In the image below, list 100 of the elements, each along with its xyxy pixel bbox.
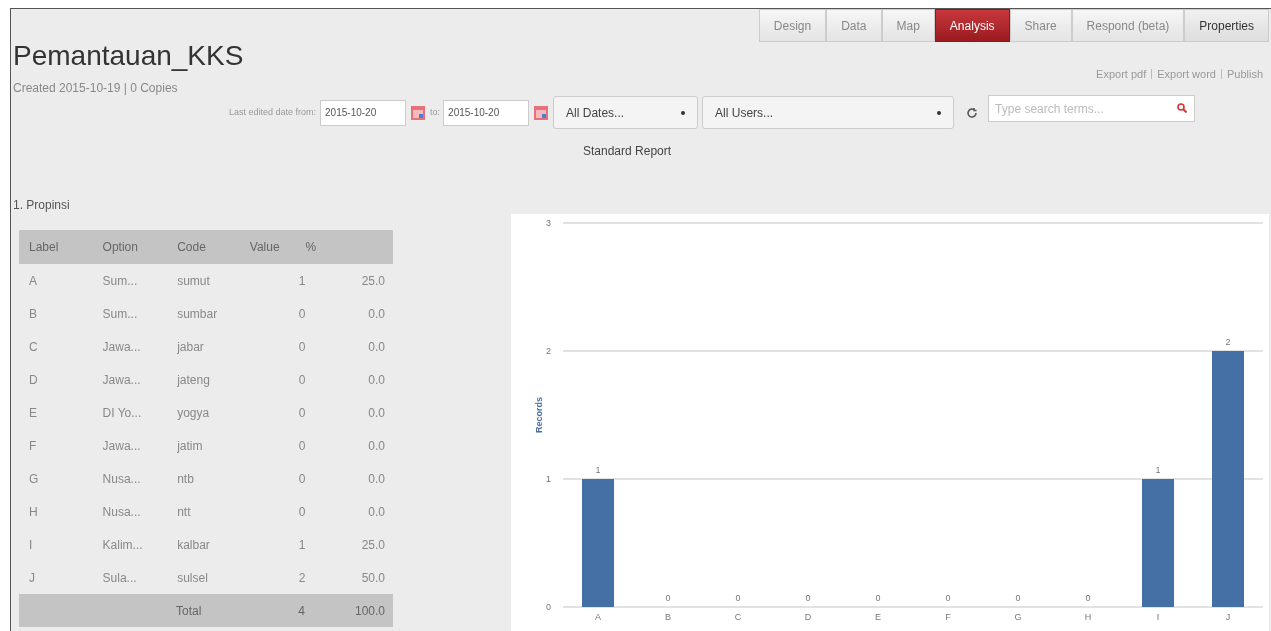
- column-header: Option: [102, 240, 138, 254]
- table-cell: I: [29, 537, 33, 552]
- table-cell: 0: [298, 306, 306, 321]
- table-cell: Kalim...: [102, 537, 143, 552]
- table-cell: B: [29, 306, 37, 321]
- table-cell: 0: [298, 504, 306, 519]
- data-label: 0: [945, 593, 951, 603]
- refresh-icon[interactable]: [966, 106, 979, 119]
- table-cell: 0.0: [368, 504, 385, 519]
- search-field[interactable]: Type search terms...: [988, 95, 1196, 122]
- data-label: 2: [1225, 337, 1231, 347]
- x-tick-label: G: [1014, 612, 1022, 622]
- tab[interactable]: Map: [881, 9, 935, 42]
- calendar-icon[interactable]: [411, 105, 426, 120]
- data-label: 0: [735, 593, 741, 603]
- table-cell: 2: [298, 570, 306, 585]
- table-cell: Sula...: [102, 570, 137, 585]
- tab[interactable]: Analysis: [934, 9, 1010, 42]
- table-cell: DI Yo...: [102, 405, 142, 420]
- to-date-field[interactable]: 2015-10-20: [443, 99, 530, 126]
- dates-dropdown[interactable]: All Dates...: [553, 96, 699, 129]
- x-tick-label: I: [1156, 612, 1160, 622]
- column-header: Label: [29, 240, 59, 254]
- column-header: %: [305, 240, 317, 254]
- question-title: 1. Propinsi: [13, 197, 70, 214]
- date-filter-label: Last edited date from:: [229, 105, 317, 119]
- table-cell: 0: [298, 372, 306, 387]
- created-info: Created 2015-10-19 | 0 Copies: [13, 80, 178, 97]
- caret-icon: [681, 110, 686, 115]
- table-cell: ntb: [177, 471, 194, 486]
- y-tick-label: 1: [546, 474, 551, 484]
- table-cell: 0.0: [368, 339, 385, 354]
- export-link[interactable]: Export word: [1157, 66, 1216, 83]
- data-label: 0: [1015, 593, 1021, 603]
- y-axis-title: Records: [534, 397, 544, 433]
- table-cell: 0.0: [368, 405, 385, 420]
- table-cell: E: [29, 405, 37, 420]
- table-cell: Total: [176, 603, 202, 618]
- table-cell: 0: [298, 471, 306, 486]
- caret-icon: [937, 110, 942, 115]
- table-cell: D: [29, 372, 38, 387]
- tab[interactable]: Data: [826, 9, 882, 42]
- table-cell: 0: [298, 438, 306, 453]
- table-cell: 0.0: [368, 471, 385, 486]
- page-title: Pemantauan_KKS: [13, 40, 244, 72]
- table-cell: yogya: [177, 405, 210, 420]
- table-cell: C: [29, 339, 38, 354]
- table-cell: Jawa...: [102, 339, 141, 354]
- table-cell: 4: [298, 603, 305, 618]
- data-label: 1: [1155, 465, 1161, 475]
- calendar-icon[interactable]: [534, 105, 549, 120]
- x-tick-label: D: [804, 612, 812, 622]
- table-cell: J: [29, 570, 35, 585]
- table-cell: 0.0: [368, 372, 385, 387]
- x-tick-label: C: [734, 612, 742, 622]
- y-tick-label: 2: [546, 346, 551, 356]
- table-cell: 0: [298, 339, 306, 354]
- table-cell: jabar: [177, 339, 204, 354]
- table-cell: G: [29, 471, 39, 486]
- y-tick-label: 3: [546, 218, 551, 228]
- from-date-field[interactable]: 2015-10-20: [320, 99, 407, 126]
- table-cell: Nusa...: [102, 504, 141, 519]
- table-cell: H: [29, 504, 38, 519]
- data-label: 1: [595, 465, 601, 475]
- data-label: 0: [805, 593, 811, 603]
- x-tick-label: A: [595, 612, 601, 622]
- table-cell: 1: [298, 537, 306, 552]
- data-label: 0: [875, 593, 881, 603]
- tab[interactable]: Design: [758, 9, 827, 42]
- table-cell: 25.0: [361, 273, 385, 288]
- table-cell: Sum...: [102, 306, 138, 321]
- x-tick-label: J: [1225, 612, 1231, 622]
- data-label: 0: [1085, 593, 1091, 603]
- table-cell: jatim: [177, 438, 203, 453]
- table-cell: kalbar: [177, 537, 210, 552]
- table-cell: sulsel: [177, 570, 208, 585]
- table-cell: Sum...: [102, 273, 138, 288]
- table-cell: Jawa...: [102, 438, 141, 453]
- table-cell: sumbar: [177, 306, 218, 321]
- report-title: Standard Report: [583, 144, 672, 158]
- table-cell: 100.0: [354, 603, 385, 618]
- search-icon: [1177, 103, 1188, 113]
- table-cell: ntt: [177, 504, 191, 519]
- table-cell: 1: [298, 273, 306, 288]
- table-cell: 25.0: [361, 537, 385, 552]
- column-header: Code: [177, 240, 206, 254]
- x-tick-label: F: [945, 612, 951, 622]
- data-label: 0: [665, 593, 671, 603]
- tab[interactable]: Respond (beta): [1071, 9, 1185, 42]
- users-dropdown[interactable]: All Users...: [702, 96, 955, 129]
- column-header: Value: [249, 240, 280, 254]
- table-cell: F: [29, 438, 37, 453]
- tab[interactable]: Share: [1009, 9, 1072, 42]
- table-cell: 0.0: [368, 306, 385, 321]
- export-link[interactable]: Export pdf: [1096, 66, 1147, 83]
- y-tick-label: 0: [546, 602, 551, 612]
- table-cell: sumut: [177, 273, 210, 288]
- table-cell: jateng: [177, 372, 210, 387]
- export-link[interactable]: Publish: [1226, 66, 1263, 83]
- tab[interactable]: Properties: [1184, 9, 1269, 42]
